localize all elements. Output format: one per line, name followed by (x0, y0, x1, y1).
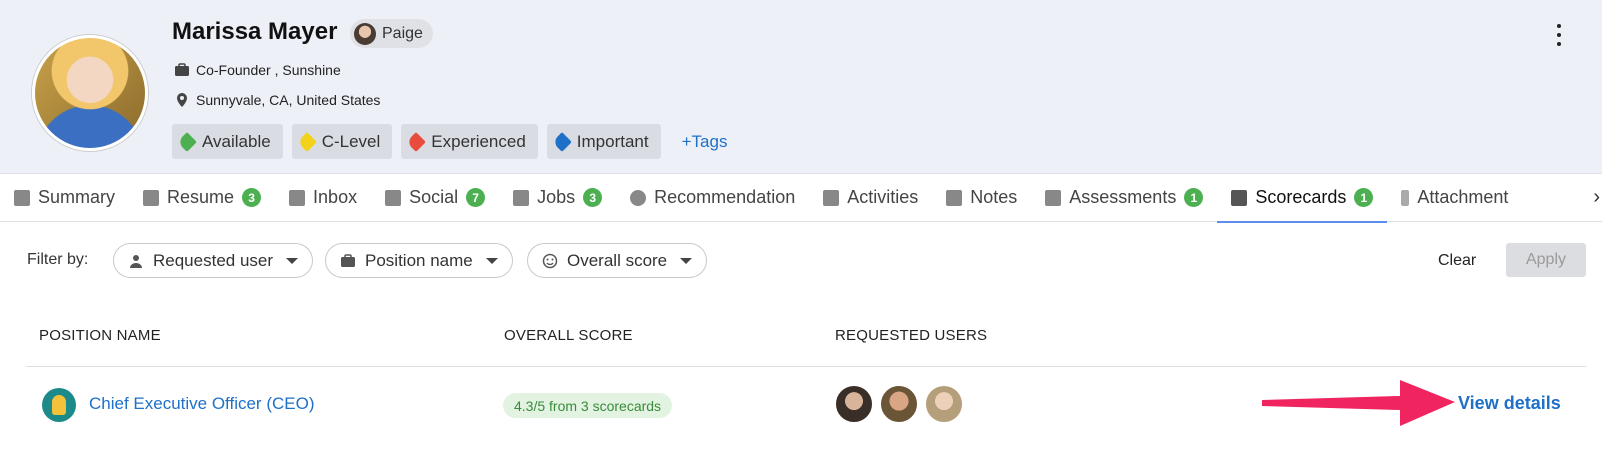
bookmark-icon (14, 189, 30, 206)
chevron-down-icon (680, 257, 693, 264)
apply-button[interactable]: Apply (1506, 243, 1586, 277)
tab-label: Notes (970, 187, 1018, 207)
tab-activities[interactable]: Activities (809, 174, 932, 222)
avatar[interactable] (924, 384, 964, 424)
grid-icon (1045, 189, 1062, 206)
more-options-icon[interactable] (1552, 24, 1566, 46)
calendar-icon (823, 189, 840, 206)
tab-recommendation[interactable]: Recommendation (616, 174, 809, 222)
overall-score-filter[interactable]: Overall score (527, 243, 708, 278)
count-badge: 1 (1354, 188, 1374, 207)
tab-label: Summary (38, 187, 116, 207)
tab-label: Resume (167, 187, 235, 207)
comment-icon (946, 189, 963, 206)
owner-avatar (354, 22, 376, 45)
tab-inbox[interactable]: Inbox (275, 174, 371, 222)
filter-label: Filter by: (27, 251, 89, 268)
tag-label: Experienced (431, 131, 526, 151)
count-badge: 7 (466, 188, 486, 207)
tab-label: Social (409, 187, 459, 207)
tag-experienced[interactable]: Experienced (401, 124, 538, 159)
candidate-header: Marissa Mayer Paige Co-Founder , Sunshin… (0, 0, 1602, 174)
smiley-icon (542, 253, 558, 268)
tab-social[interactable]: Social 7 (371, 174, 499, 222)
score-badge: 4.3/5 from 3 scorecards (503, 393, 673, 418)
tab-label: Activities (847, 187, 919, 207)
position-name-filter[interactable]: Position name (325, 243, 513, 278)
chevron-down-icon (485, 257, 498, 264)
tab-label: Jobs (537, 187, 576, 207)
tab-label: Assessments (1069, 187, 1177, 207)
tab-assessments[interactable]: Assessments 1 (1031, 174, 1217, 222)
tag-icon (296, 131, 317, 152)
briefcase-icon (175, 63, 189, 76)
view-details-link[interactable]: View details (1458, 393, 1561, 414)
tab-scorecards[interactable]: Scorecards 1 (1217, 174, 1388, 223)
column-header-score: OVERALL SCORE (504, 327, 633, 344)
tab-attachment[interactable]: Attachment (1387, 174, 1522, 222)
tag-label: Available (202, 131, 271, 151)
tab-summary[interactable]: Summary (0, 174, 129, 222)
candidate-avatar (32, 35, 148, 151)
info-icon (630, 189, 647, 206)
share-icon (385, 189, 402, 206)
job-title: Co-Founder , Sunshine (196, 62, 341, 78)
location-text: Sunnyvale, CA, United States (196, 92, 381, 108)
avatar[interactable] (879, 384, 919, 424)
profile-tabs: Summary Resume 3 Inbox Social 7 Jobs 3 Reco… (0, 174, 1602, 223)
column-header-users: REQUESTED USERS (835, 327, 988, 344)
requested-user-filter[interactable]: Requested user (113, 243, 314, 278)
person-icon (130, 254, 142, 268)
column-header-position: POSITION NAME (39, 327, 161, 344)
tag-important[interactable]: Important (546, 124, 661, 159)
position-link[interactable]: Chief Executive Officer (CEO) (89, 394, 314, 414)
chevron-down-icon (286, 257, 299, 264)
chevron-right-icon[interactable]: › (1593, 186, 1600, 209)
candidate-name: Marissa Mayer (172, 18, 338, 45)
count-badge: 3 (583, 188, 603, 207)
tab-label: Inbox (313, 187, 358, 207)
location-pin-icon (177, 93, 187, 107)
tag-list: Available C-Level Experienced Important … (172, 124, 727, 159)
tag-label: C-Level (321, 131, 381, 151)
tab-notes[interactable]: Notes (932, 174, 1031, 222)
count-badge: 1 (1184, 188, 1204, 207)
document-icon (143, 189, 160, 206)
mail-icon (289, 189, 306, 206)
tab-label: Scorecards (1255, 187, 1347, 207)
paperclip-icon (1401, 189, 1410, 206)
tab-label: Recommendation (654, 187, 796, 207)
owner-name: Paige (382, 24, 423, 42)
owner-chip[interactable]: Paige (350, 19, 433, 48)
divider (26, 366, 1586, 367)
annotation-arrow-icon (1262, 380, 1455, 426)
briefcase-icon (341, 253, 355, 267)
tag-c-level[interactable]: C-Level (291, 124, 393, 159)
location-line: Sunnyvale, CA, United States (174, 92, 380, 108)
tab-label: Attachment (1417, 187, 1509, 207)
tag-available[interactable]: Available (172, 124, 283, 159)
tab-resume[interactable]: Resume 3 (129, 174, 275, 222)
add-tags-link[interactable]: +Tags (682, 132, 728, 152)
tag-label: Important (576, 131, 649, 151)
tag-icon (551, 131, 572, 152)
tag-icon (177, 131, 197, 152)
tab-jobs[interactable]: Jobs 3 (499, 174, 616, 222)
count-badge: 3 (242, 188, 262, 207)
job-line: Co-Founder , Sunshine (174, 62, 341, 78)
filter-text: Overall score (567, 250, 668, 270)
avatar[interactable] (834, 384, 874, 424)
briefcase-icon (513, 189, 530, 206)
clear-button[interactable]: Clear (1438, 252, 1476, 270)
lightbulb-icon (42, 388, 76, 422)
tag-icon (406, 131, 427, 152)
filter-text: Requested user (153, 250, 274, 270)
thumbs-icon (1231, 189, 1248, 206)
filter-text: Position name (365, 250, 473, 270)
